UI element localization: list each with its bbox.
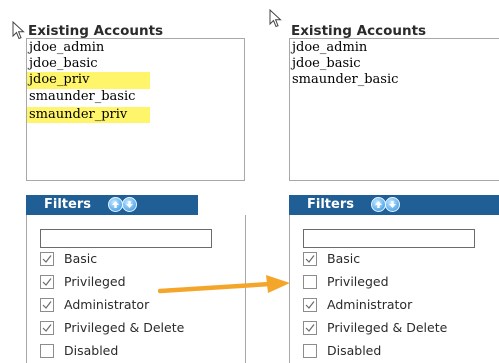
arrow-down-circle-icon	[126, 201, 133, 208]
arrow-up-circle-icon	[112, 201, 119, 208]
filter-search-input[interactable]	[40, 229, 212, 248]
highlight-marker: jdoe_priv	[27, 72, 150, 89]
filters-title: Filters	[44, 197, 91, 212]
account-item-jdoe-basic[interactable]: jdoe_basic	[27, 56, 244, 72]
filter-administrator-checkbox[interactable]	[40, 298, 54, 312]
filter-label: Administrator	[327, 297, 413, 312]
filter-label: Disabled	[64, 343, 119, 358]
existing-accounts-title: Existing Accounts	[291, 23, 427, 39]
sort-up-button[interactable]	[108, 197, 123, 212]
filter-privileged-delete-checkbox[interactable]	[40, 321, 54, 335]
account-item-jdoe-basic[interactable]: jdoe_basic	[290, 56, 499, 72]
orange-arrow-icon	[158, 275, 290, 294]
checkmark-icon	[305, 324, 315, 332]
existing-accounts-title: Existing Accounts	[28, 23, 164, 39]
filters-header: Filters	[289, 195, 499, 215]
filter-label: Disabled	[327, 343, 382, 358]
filter-label: Privileged & Delete	[64, 320, 185, 335]
account-item-smaunder-basic[interactable]: smaunder_basic	[290, 72, 499, 88]
account-item-jdoe-admin[interactable]: jdoe_admin	[290, 40, 499, 56]
filter-privileged-checkbox[interactable]	[303, 275, 317, 289]
filters-title: Filters	[307, 197, 354, 212]
arrow-down-circle-icon	[389, 201, 396, 208]
checkmark-icon	[42, 301, 52, 309]
highlight-marker: smaunder_priv	[27, 106, 150, 123]
filter-basic-checkbox[interactable]	[303, 252, 317, 266]
sort-up-button[interactable]	[371, 197, 386, 212]
filter-label: Privileged	[327, 274, 389, 289]
checkmark-icon	[42, 278, 52, 286]
existing-accounts-list[interactable]: jdoe_admin jdoe_basic smaunder_basic	[289, 38, 499, 181]
account-item-jdoe-priv[interactable]: jdoe_priv	[27, 72, 244, 89]
filter-basic-checkbox[interactable]	[40, 252, 54, 266]
checkmark-icon	[305, 255, 315, 263]
checkmark-icon	[42, 255, 52, 263]
filter-privileged-checkbox[interactable]	[40, 275, 54, 289]
account-item-smaunder-basic[interactable]: smaunder_basic	[27, 89, 244, 105]
checkmark-icon	[305, 301, 315, 309]
filter-label: Basic	[64, 251, 98, 266]
filter-label: Privileged	[64, 274, 126, 289]
filter-administrator-checkbox[interactable]	[303, 298, 317, 312]
filters-panel: Basic Privileged Administrator Privilege…	[289, 215, 499, 363]
arrow-up-circle-icon	[375, 201, 382, 208]
filter-disabled-checkbox[interactable]	[40, 344, 54, 358]
existing-accounts-list[interactable]: jdoe_admin jdoe_basic jdoe_priv smaunder…	[26, 38, 245, 181]
filter-disabled-checkbox[interactable]	[303, 344, 317, 358]
account-item-smaunder-priv[interactable]: smaunder_priv	[27, 106, 244, 123]
account-item-jdoe-admin[interactable]: jdoe_admin	[27, 40, 244, 56]
filter-label: Administrator	[64, 297, 150, 312]
checkmark-icon	[42, 324, 52, 332]
left-panel: Existing Accounts jdoe_admin jdoe_basic …	[26, 0, 261, 363]
sort-down-button[interactable]	[122, 197, 137, 212]
right-panel: Existing Accounts jdoe_admin jdoe_basic …	[289, 0, 499, 363]
sort-down-button[interactable]	[385, 197, 400, 212]
mouse-pointer-icon	[269, 9, 282, 28]
mouse-pointer-icon	[12, 21, 25, 40]
filters-header: Filters	[26, 195, 198, 215]
filter-privileged-delete-checkbox[interactable]	[303, 321, 317, 335]
filter-label: Privileged & Delete	[327, 320, 448, 335]
filter-label: Basic	[327, 251, 361, 266]
filter-search-input[interactable]	[303, 229, 475, 248]
